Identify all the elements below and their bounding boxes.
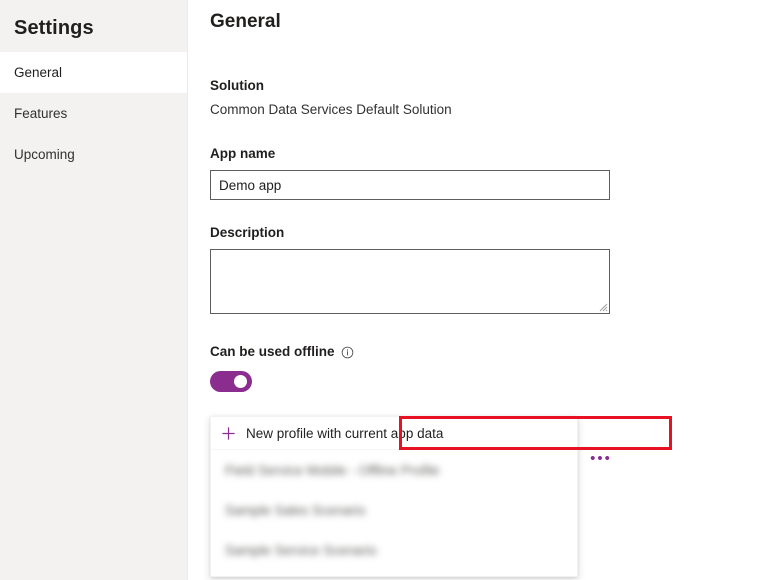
page-title: General xyxy=(210,9,765,35)
sidebar-item-features[interactable]: Features xyxy=(0,93,187,134)
dropdown-option-label: Sample Sales Scenario xyxy=(225,503,365,518)
sidebar-item-general[interactable]: General xyxy=(0,52,187,93)
description-textarea-wrap xyxy=(210,249,610,314)
settings-main-pane: General Solution Common Data Services De… xyxy=(188,0,765,580)
description-field: Description xyxy=(210,224,765,314)
dropdown-option-label: New profile with current app data xyxy=(246,426,443,441)
dropdown-option-sample-service-scenario[interactable]: Sample Service Scenario xyxy=(211,530,577,570)
solution-label: Solution xyxy=(210,77,765,95)
dropdown-option-new-profile[interactable]: New profile with current app data xyxy=(211,417,577,450)
toggle-knob xyxy=(234,375,247,388)
settings-sidebar: Settings General Features Upcoming xyxy=(0,0,188,580)
can-be-used-offline-label: Can be used offline xyxy=(210,343,335,361)
dropdown-option-field-service-mobile[interactable]: Field Service Mobile - Offline Profile xyxy=(211,450,577,490)
app-name-input[interactable] xyxy=(210,170,610,200)
can-be-used-offline-label-row: Can be used offline xyxy=(210,343,765,361)
description-textarea[interactable] xyxy=(210,249,610,314)
dropdown-option-label: Sample Service Scenario xyxy=(225,543,377,558)
sidebar-title: Settings xyxy=(0,0,187,42)
sidebar-item-features-label: Features xyxy=(14,105,67,123)
dropdown-option-sample-sales-scenario[interactable]: Sample Sales Scenario xyxy=(211,490,577,530)
mobile-offline-profile-dropdown: New profile with current app data Field … xyxy=(210,416,578,577)
can-be-used-offline-field: Can be used offline xyxy=(210,343,765,392)
solution-value: Common Data Services Default Solution xyxy=(210,101,765,119)
can-be-used-offline-toggle[interactable] xyxy=(210,371,252,392)
description-label: Description xyxy=(210,224,765,242)
sidebar-item-upcoming[interactable]: Upcoming xyxy=(0,134,187,175)
app-name-label: App name xyxy=(210,145,765,163)
ellipsis-icon[interactable]: ••• xyxy=(590,448,612,470)
plus-icon xyxy=(221,426,236,441)
app-name-field: App name xyxy=(210,145,765,200)
info-icon[interactable] xyxy=(341,346,354,359)
sidebar-nav-list: General Features Upcoming xyxy=(0,52,187,175)
dropdown-option-label: Field Service Mobile - Offline Profile xyxy=(225,463,439,478)
sidebar-item-general-label: General xyxy=(14,64,62,82)
sidebar-item-upcoming-label: Upcoming xyxy=(14,146,75,164)
solution-field: Solution Common Data Services Default So… xyxy=(210,77,765,119)
settings-page: Settings General Features Upcoming Gener… xyxy=(0,0,765,580)
